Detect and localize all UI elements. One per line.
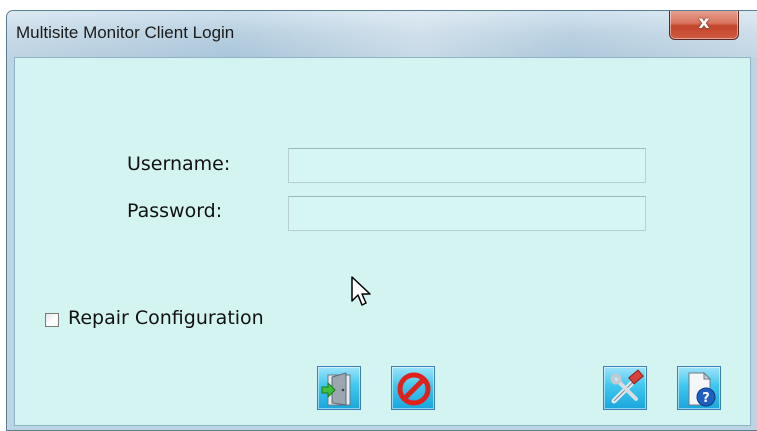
title-bar[interactable]: Multisite Monitor Client Login x — [7, 11, 757, 57]
mouse-cursor-icon — [351, 276, 371, 306]
door-enter-icon — [321, 372, 351, 406]
window-title: Multisite Monitor Client Login — [16, 23, 235, 42]
username-input[interactable] — [288, 148, 646, 183]
prohibited-icon — [397, 372, 431, 406]
repair-configuration-label[interactable]: Repair Configuration — [68, 307, 264, 329]
cancel-button[interactable] — [391, 366, 435, 410]
login-dialog-window: Multisite Monitor Client Login x Usernam… — [6, 10, 757, 431]
close-icon: x — [698, 13, 710, 33]
login-button[interactable] — [317, 366, 361, 410]
repair-configuration-checkbox[interactable] — [45, 313, 59, 327]
password-label: Password: — [127, 200, 223, 222]
username-label: Username: — [127, 153, 231, 175]
help-document-icon: ? — [688, 371, 716, 407]
tools-icon — [610, 369, 644, 404]
close-button[interactable]: x — [669, 11, 739, 40]
password-input[interactable] — [288, 196, 646, 231]
svg-text:?: ? — [702, 391, 710, 406]
settings-button[interactable] — [603, 366, 647, 410]
help-button[interactable]: ? — [677, 366, 721, 410]
dialog-body: Username: Password: Repair Configuration — [14, 57, 751, 426]
